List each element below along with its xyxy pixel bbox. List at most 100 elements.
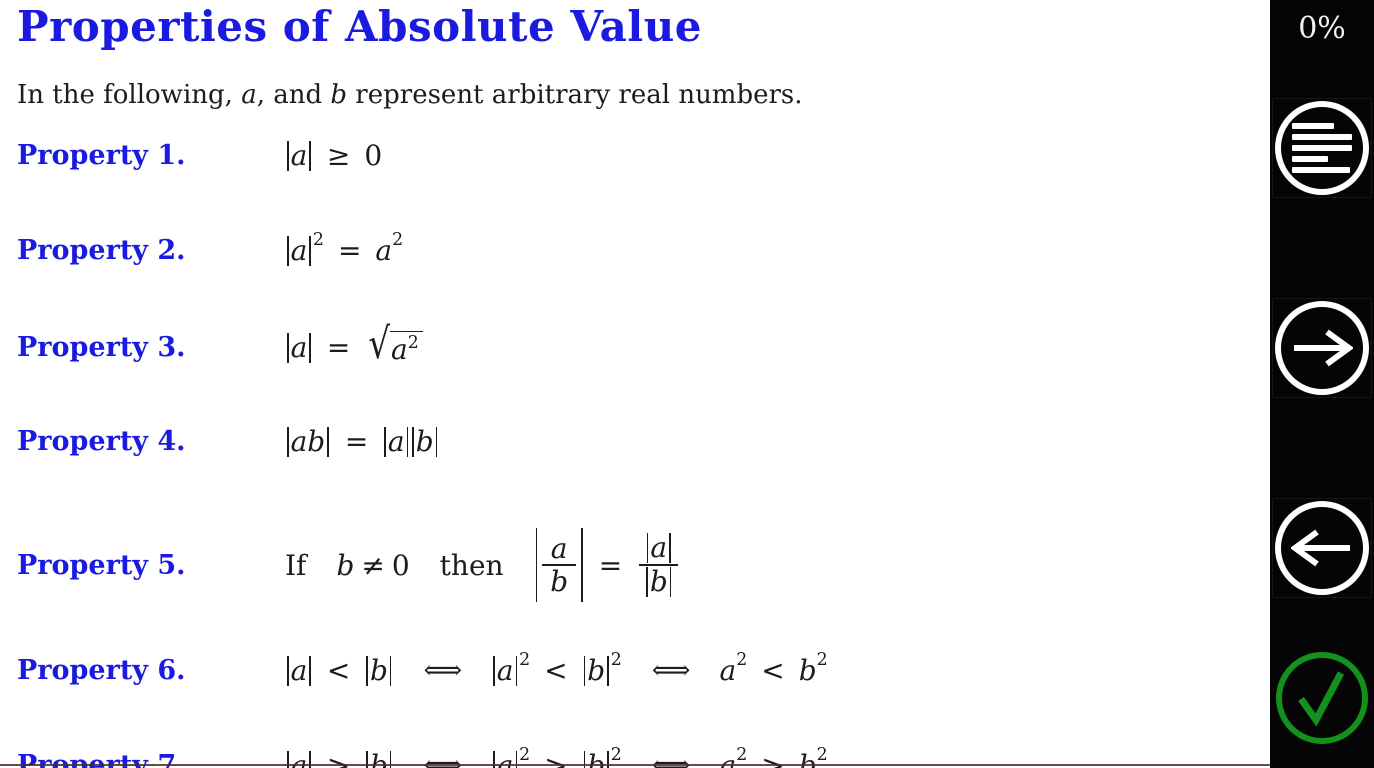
property-math-1: a ≥ 0 [285,139,382,172]
arrow-right-glyph [1294,329,1353,367]
abs-bar-open [412,426,414,457]
abs-bar-close [607,655,609,686]
math-var: a [719,654,737,687]
page-title: Properties of Absolute Value [17,2,702,51]
radical-icon: √ [368,319,391,370]
property-label-2: Property 2. [17,235,186,266]
math-relation: = [598,548,623,582]
list-line-5 [1292,167,1350,173]
fraction-numerator: a [550,531,568,565]
math-var: a [387,425,405,458]
math-var: a [290,234,308,267]
list-line-4 [1292,156,1328,162]
math-var: a [290,425,308,458]
list-line-1 [1292,123,1334,129]
slide-content: Properties of Absolute Value In the foll… [0,0,1270,768]
sidebar-item-previous-slide[interactable] [1272,498,1372,598]
math-number: 0 [391,548,410,582]
abs-bar-close [309,140,311,171]
property-label-6: Property 6. [17,655,186,686]
property-row-3: Property 3. a = √ a2 [17,323,1257,366]
property-math-4: ab = ab [285,425,439,458]
math-relation: < [544,654,568,687]
math-var: a [650,531,668,565]
property-math-6: a < b ⟺ a2 < b2 ⟺ a2 < b2 [285,651,828,687]
math-var: a [375,234,393,267]
math-relation: ≥ [326,139,351,172]
math-relation: ≠ [361,548,385,582]
iff-arrow-icon: ⟺ [651,655,691,686]
math-var: a [290,331,308,364]
abs-bar-open [646,566,648,597]
abs-bar-open [583,655,586,686]
property-row-4: Property 4. ab = ab [17,425,1257,458]
navigation-sidebar: 0% [1270,0,1374,768]
conditional-if-word: If [285,548,307,582]
property-row-1: Property 1. a ≥ 0 [17,139,1257,172]
intro-part-2: , and [256,80,331,110]
slide-viewer-window: Properties of Absolute Value In the foll… [0,0,1374,768]
math-var: b [649,565,668,599]
fraction-absa-over-absb: a b [639,533,679,597]
abs-bar-open [287,426,289,457]
math-var: b [369,654,388,687]
abs-bar-close [389,655,392,686]
math-exponent: 2 [407,333,419,354]
intro-var-a: a [241,80,257,110]
abs-bar-close [435,426,438,457]
property-label-1: Property 1. [17,140,186,171]
math-relation: = [344,425,369,458]
math-relation: < [761,654,785,687]
progress-percent-label: 0% [1298,11,1346,46]
math-var: b [798,654,817,687]
math-relation: = [337,234,362,267]
list-lines-icon [1275,101,1369,195]
list-lines-glyph [1292,123,1352,173]
iff-arrow-icon: ⟺ [423,655,462,686]
fraction-denominator: b [550,564,569,598]
math-number: 0 [364,139,383,172]
slide-bottom-rule [0,764,1270,766]
abs-bar-close [669,566,672,597]
abs-bar-open [366,655,368,686]
math-relation: = [326,331,351,364]
radicand: a2 [390,331,423,366]
math-var: b [307,425,326,458]
checkmark-glyph [1298,671,1345,727]
arrow-left-icon [1275,501,1369,595]
list-line-3 [1292,145,1352,151]
math-var: a [290,139,308,172]
sidebar-item-outline-menu[interactable] [1272,98,1372,198]
fraction-a-over-b: a b [542,531,577,598]
arrow-right-icon [1275,301,1369,395]
check-circle-icon [1276,652,1368,744]
arrow-left-glyph [1291,529,1350,567]
math-var: a [290,654,308,687]
abs-bar-open [287,140,289,171]
intro-part-1: In the following, [17,80,242,110]
property-math-5: If b ≠ 0 then a b = a b [285,528,681,602]
fraction-numerator: a [640,533,678,564]
intro-sentence: In the following, a, and b represent arb… [17,78,803,112]
abs-bar-close [406,426,409,457]
square-root-expression: √ a2 [368,323,423,366]
abs-bar-open [287,235,289,266]
intro-var-b: b [330,80,348,110]
property-math-2: a2 = a2 [285,231,403,267]
math-var: a [496,654,514,687]
abs-bar-open [287,655,289,686]
property-row-6: Property 6. a < b ⟺ a2 < b2 ⟺ a2 < b2 [17,651,1257,687]
abs-bar-close [327,426,329,457]
property-row-2: Property 2. a2 = a2 [17,231,1257,267]
intro-part-3: represent arbitrary real numbers. [347,80,803,110]
sidebar-item-mark-complete[interactable] [1272,648,1372,748]
conditional-then-word: then [439,548,504,582]
abs-bar-close [581,528,583,602]
fraction-denominator: b [639,566,678,597]
property-label-5: Property 5. [17,549,186,581]
abs-bar-close [669,533,671,564]
abs-bar-open [287,332,289,363]
abs-bar-open [384,426,386,457]
abs-bar-open [535,528,538,602]
sidebar-item-next-slide[interactable] [1272,298,1372,398]
